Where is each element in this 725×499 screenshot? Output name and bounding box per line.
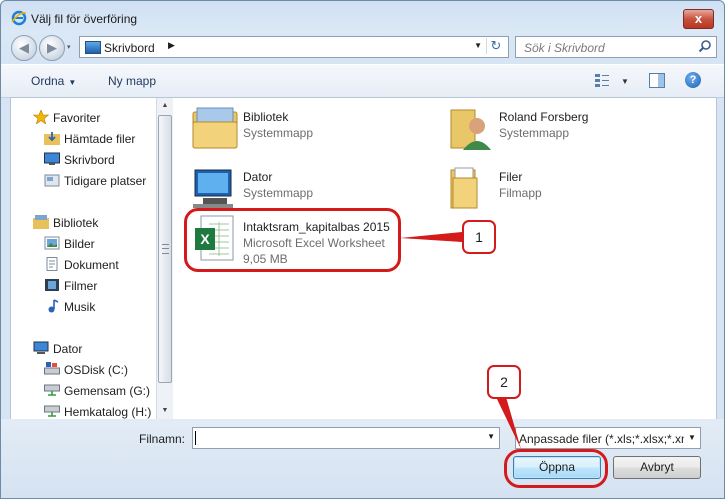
file-item-user-folder[interactable]: Roland Forsberg Systemmapp <box>447 104 687 158</box>
sidebar-label: Skrivbord <box>64 153 115 167</box>
recent-places-icon <box>44 174 60 187</box>
star-icon <box>33 110 49 124</box>
filename-input[interactable]: ▼ <box>192 427 500 449</box>
film-icon <box>45 279 59 291</box>
desktop-icon <box>85 41 101 54</box>
navigation-pane: Favoriter Hämtade filer Skrivbord Tidiga… <box>11 98 155 419</box>
address-bar[interactable]: Skrivbord ▶ ▼ ↻ <box>79 36 509 58</box>
file-type: Systemmapp <box>499 126 570 140</box>
sidebar-label: Dator <box>53 342 83 356</box>
computer-icon <box>193 169 233 208</box>
view-dropdown-icon[interactable]: ▼ <box>621 77 629 86</box>
chevron-down-icon: ▼ <box>68 78 77 87</box>
back-button[interactable]: ◀ <box>11 35 37 61</box>
desktop-icon <box>44 152 60 165</box>
annotation-highlight-open <box>504 449 608 488</box>
file-type: Filmapp <box>499 186 542 200</box>
preview-pane-icon[interactable] <box>649 73 665 88</box>
network-drive-icon <box>44 384 60 396</box>
user-folder-icon <box>450 109 491 150</box>
search-input[interactable]: Sök i Skrivbord <box>515 36 717 58</box>
network-drive-icon <box>44 405 60 417</box>
address-location[interactable]: Skrivbord <box>104 41 155 55</box>
file-type: Systemmapp <box>243 186 314 200</box>
sidebar-scrollbar[interactable]: ▲ ▼ <box>156 98 173 419</box>
close-button[interactable]: x <box>683 9 714 29</box>
dialog-footer: Filnamn: ▼ Anpassade filer (*.xls;*.xlsx… <box>1 419 724 498</box>
computer-icon <box>33 341 49 354</box>
command-bar: Ordna ▼ Ny mapp ▼ ? <box>1 64 724 98</box>
filter-dropdown-icon[interactable]: ▼ <box>684 428 700 448</box>
windows-drive-icon <box>44 362 60 375</box>
sidebar-label: Hämtade filer <box>64 132 136 146</box>
downloads-folder-icon <box>44 132 60 145</box>
forward-button[interactable]: ▶ <box>39 35 65 61</box>
filename-label: Filnamn: <box>139 432 186 446</box>
window-title: Välj fil för överföring <box>31 12 138 26</box>
refresh-icon[interactable]: ↻ <box>486 38 505 54</box>
file-name: Roland Forsberg <box>499 110 589 124</box>
file-item-libraries[interactable]: Bibliotek Systemmapp <box>191 104 431 158</box>
annotation-badge-1: 1 <box>462 220 496 254</box>
file-name: Bibliotek <box>243 110 289 124</box>
sidebar-label: Musik <box>64 300 96 314</box>
annotation-highlight-file <box>184 208 401 272</box>
organize-button[interactable]: Ordna ▼ <box>31 74 76 88</box>
documents-icon <box>46 257 58 271</box>
search-placeholder: Sök i Skrivbord <box>524 41 605 55</box>
recent-pages-dropdown-icon[interactable]: ▾ <box>67 43 71 51</box>
file-name: Dator <box>243 170 273 184</box>
file-type: Systemmapp <box>243 126 314 140</box>
library-icon <box>33 215 49 229</box>
text-caret <box>195 431 196 445</box>
file-name: Filer <box>499 170 523 184</box>
annotation-badge-2: 2 <box>487 365 521 399</box>
search-icon[interactable] <box>698 39 712 53</box>
help-icon[interactable]: ? <box>685 72 701 88</box>
sidebar-label: Filmer <box>64 279 98 293</box>
pictures-icon <box>44 236 60 250</box>
change-view-icon[interactable] <box>594 73 610 88</box>
scroll-up-icon[interactable]: ▲ <box>157 98 173 114</box>
scroll-down-icon[interactable]: ▼ <box>157 403 173 419</box>
sidebar-label: Gemensam (G:) <box>64 384 151 398</box>
address-dropdown-icon[interactable]: ▼ <box>474 41 482 50</box>
breadcrumb-chevron-icon[interactable]: ▶ <box>168 40 175 51</box>
organize-label: Ordna <box>31 74 65 88</box>
sidebar-label: Hemkatalog (H:) <box>64 405 152 419</box>
file-type-filter-value: Anpassade filer (*.xls;*.xlsx;*.xm <box>519 432 692 446</box>
folder-icon <box>450 167 478 209</box>
sidebar-label: Tidigare platser <box>64 174 147 188</box>
scrollbar-thumb[interactable] <box>158 115 172 383</box>
file-type-filter-select[interactable]: Anpassade filer (*.xls;*.xlsx;*.xm ▼ <box>515 427 701 449</box>
sidebar-label: Favoriter <box>53 111 101 125</box>
sidebar-label: OSDisk (C:) <box>64 363 128 377</box>
new-folder-button[interactable]: Ny mapp <box>108 74 156 88</box>
sidebar-label: Dokument <box>64 258 119 272</box>
library-folder-icon <box>192 107 238 149</box>
filename-dropdown-icon[interactable]: ▼ <box>487 432 495 441</box>
title-bar: Välj fil för överföring x <box>1 1 724 33</box>
cancel-button[interactable]: Avbryt <box>613 456 701 479</box>
sidebar-label: Bilder <box>64 237 95 251</box>
grip-icon <box>162 244 169 254</box>
music-note-icon <box>48 299 59 313</box>
file-item-folder[interactable]: Filer Filmapp <box>447 164 687 218</box>
sidebar-label: Bibliotek <box>53 216 99 230</box>
internet-explorer-icon <box>11 10 27 26</box>
